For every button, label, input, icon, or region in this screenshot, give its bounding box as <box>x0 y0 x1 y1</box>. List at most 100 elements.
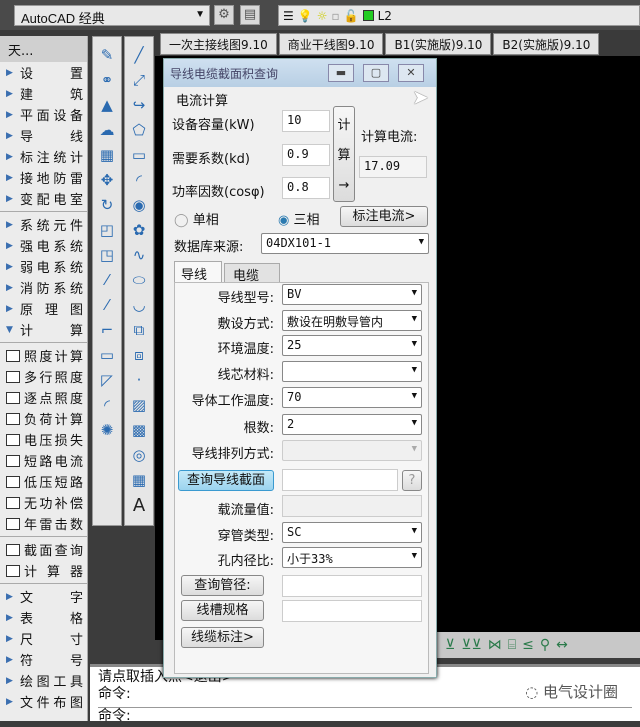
layer-dropdown[interactable]: ☰ 💡 ☼ ▫ 🔓 L2 <box>278 5 640 26</box>
polyline-icon[interactable]: ↪ <box>133 95 146 116</box>
sun-icon[interactable]: ☼ <box>317 9 328 23</box>
menu-item[interactable]: ▶ 消防系统 <box>0 277 87 298</box>
field-dropdown[interactable]: 敷设在明敷导管内 ▼ <box>282 310 422 331</box>
help-button[interactable]: ? <box>402 470 422 491</box>
join-icon[interactable]: ▭ <box>100 345 114 366</box>
bulb-icon[interactable]: 💡 <box>298 9 313 23</box>
query-section-button[interactable]: 查询导线截面 <box>178 470 274 491</box>
layer-manager-icon[interactable]: ☰ <box>283 9 294 23</box>
menu-item[interactable]: ▶ 强电系统 <box>0 235 87 256</box>
rectangle-icon[interactable]: ▭ <box>132 145 146 166</box>
symbol-icon[interactable]: ≤ <box>522 637 534 653</box>
menu-item[interactable]: 低压短路 <box>0 471 87 492</box>
menu-item[interactable]: ▶ 弱电系统 <box>0 256 87 277</box>
grid-icon[interactable]: ▦ <box>100 145 114 166</box>
maximize-button[interactable]: ▢ <box>363 64 389 82</box>
probe-icon[interactable]: ⚲ <box>540 637 550 653</box>
explode-icon[interactable]: ✺ <box>101 420 114 441</box>
tab-drawing-2[interactable]: 商业干线图9.10 <box>278 33 384 55</box>
insert-block-icon[interactable]: ⧉ <box>134 320 145 341</box>
lock-icon[interactable]: 🔓 <box>344 9 359 23</box>
field-dropdown[interactable]: ▼ <box>282 361 422 382</box>
menu-item[interactable]: ▼ 计 算 <box>0 319 87 340</box>
spline-icon[interactable]: ∿ <box>133 245 146 266</box>
close-button[interactable]: ✕ <box>398 64 424 82</box>
text-icon[interactable]: A <box>133 495 145 516</box>
field-dropdown[interactable]: 2 ▼ <box>282 414 422 435</box>
menu-item[interactable]: ▶ 尺 寸 <box>0 628 87 649</box>
minimize-button[interactable]: ▬ <box>328 64 354 82</box>
menu-item[interactable]: ▶ 平面设备 <box>0 104 87 125</box>
hatch-icon[interactable]: ▨ <box>132 395 146 416</box>
xline-icon[interactable]: ⤢ <box>133 70 145 91</box>
menu-item[interactable]: 短路电流 <box>0 450 87 471</box>
menu-item[interactable]: ▶ 原 理 图 <box>0 298 87 319</box>
freeze-icon[interactable]: ▫ <box>331 9 339 23</box>
stretch-icon[interactable]: ◳ <box>100 245 114 266</box>
menu-item[interactable]: 负荷计算 <box>0 408 87 429</box>
menu-item[interactable]: 截面查询 <box>0 539 87 560</box>
menu-item[interactable]: ▶ 导 线 <box>0 125 87 146</box>
symbol-icon[interactable]: ⌸ <box>508 637 516 653</box>
field-dropdown[interactable]: 70 ▼ <box>282 387 422 408</box>
field-dropdown[interactable]: 25 ▼ <box>282 335 422 356</box>
make-block-icon[interactable]: ⧈ <box>134 345 144 366</box>
trim-icon[interactable]: ⁄ <box>106 270 109 291</box>
menu-item[interactable]: ▶ 标注统计 <box>0 146 87 167</box>
gear-icon[interactable]: ⚙ <box>214 5 234 25</box>
menu-item[interactable]: 年雷击数 <box>0 513 87 534</box>
ellipse-arc-icon[interactable]: ◡ <box>132 295 145 316</box>
region-icon[interactable]: ◎ <box>132 445 145 466</box>
three-phase-radio[interactable]: ◉ 三相 <box>278 209 320 228</box>
menu-item[interactable]: 计 算 器 <box>0 560 87 581</box>
menu-item[interactable]: ▶ 绘图工具 <box>0 670 87 691</box>
single-phase-radio[interactable]: ◯ 单相 <box>174 209 219 228</box>
field-dropdown[interactable]: ▼ <box>282 440 422 461</box>
extend-icon[interactable]: ⁄ <box>106 295 109 316</box>
table-icon[interactable]: ▦ <box>132 470 146 491</box>
capacity-input[interactable]: 10 <box>282 110 330 132</box>
menu-item[interactable]: 多行照度 <box>0 366 87 387</box>
menu-item[interactable]: ▶ 建 筑 <box>0 83 87 104</box>
chamfer-icon[interactable]: ◸ <box>101 370 113 391</box>
menu-item[interactable]: ▶ 文 字 <box>0 586 87 607</box>
menu-item[interactable]: ▶ 文件布图 <box>0 691 87 712</box>
dimension-icon[interactable]: ↔ <box>556 637 568 653</box>
move-icon[interactable]: ✥ <box>101 170 114 191</box>
query-pipe-button[interactable]: 查询管径: <box>181 575 264 596</box>
tab-drawing-1[interactable]: 一次主接线图9.10 <box>160 33 277 55</box>
gradient-icon[interactable]: ▩ <box>132 420 146 441</box>
power-factor-input[interactable]: 0.8 <box>282 177 330 199</box>
link-icon[interactable]: ⚭ <box>101 70 114 91</box>
cable-annotate-button[interactable]: 线缆标注> <box>181 627 264 648</box>
ellipse-icon[interactable]: ⬭ <box>133 270 146 291</box>
circle-icon[interactable]: ◉ <box>132 195 145 216</box>
revcloud-icon[interactable]: ✿ <box>133 220 146 241</box>
symbol-icon[interactable]: ⊻⊻ <box>461 637 482 653</box>
arc-icon[interactable]: ◜ <box>136 170 142 191</box>
menu-item[interactable]: 照度计算 <box>0 345 87 366</box>
menu-item[interactable]: ▶ 变配电室 <box>0 188 87 209</box>
cloud-icon[interactable]: ☁ <box>100 120 115 141</box>
demand-input[interactable]: 0.9 <box>282 144 330 166</box>
break-icon[interactable]: ⌐ <box>101 320 114 341</box>
menu-item[interactable]: 逐点照度 <box>0 387 87 408</box>
db-source-dropdown[interactable]: 04DX101-1 ▼ <box>261 233 429 254</box>
brush-icon[interactable]: ✎ <box>101 45 114 66</box>
workspace-icon[interactable]: ▤ <box>240 5 260 25</box>
menu-item[interactable]: ▶ 系统元件 <box>0 214 87 235</box>
point-icon[interactable]: · <box>137 370 142 391</box>
menu-item[interactable]: 无功补偿 <box>0 492 87 513</box>
line-icon[interactable]: ╱ <box>134 45 143 66</box>
symbol-icon[interactable]: ⋈ <box>488 637 502 653</box>
tab-drawing-3[interactable]: B1(实施版)9.10 <box>385 33 492 55</box>
tab-cable[interactable]: 电缆 <box>224 263 280 284</box>
menu-item[interactable]: ▶ 符 号 <box>0 649 87 670</box>
annotate-current-button[interactable]: 标注电流> <box>340 206 428 227</box>
menu-item[interactable]: ▶ 接地防雷 <box>0 167 87 188</box>
ratio-dropdown[interactable]: 小于33% ▼ <box>282 547 422 568</box>
trunking-button[interactable]: 线槽规格 <box>181 600 264 621</box>
tab-wire[interactable]: 导线 <box>174 261 222 283</box>
tab-drawing-4[interactable]: B2(实施版)9.10 <box>493 33 600 55</box>
symbol-icon[interactable]: ⊻ <box>445 637 455 653</box>
